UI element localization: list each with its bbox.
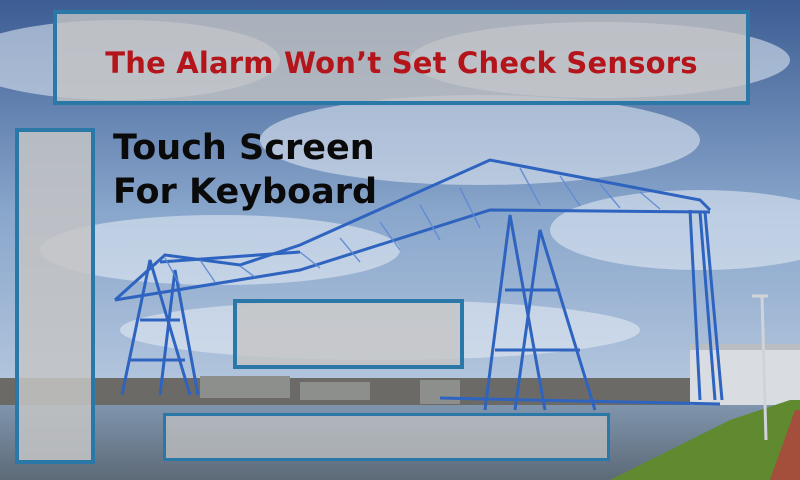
bottom-input-field[interactable]	[163, 413, 610, 461]
center-input-panel[interactable]	[233, 299, 464, 369]
alarm-status-banner: The Alarm Won’t Set Check Sensors	[53, 10, 750, 105]
side-control-panel[interactable]	[15, 128, 95, 464]
touch-hint-line-2: For Keyboard	[113, 172, 378, 212]
alarm-warning-message: The Alarm Won’t Set Check Sensors	[105, 46, 698, 80]
touch-hint-line-1: Touch Screen	[113, 128, 375, 168]
touch-keyboard-hint[interactable]: Touch Screen For Keyboard	[113, 126, 413, 214]
